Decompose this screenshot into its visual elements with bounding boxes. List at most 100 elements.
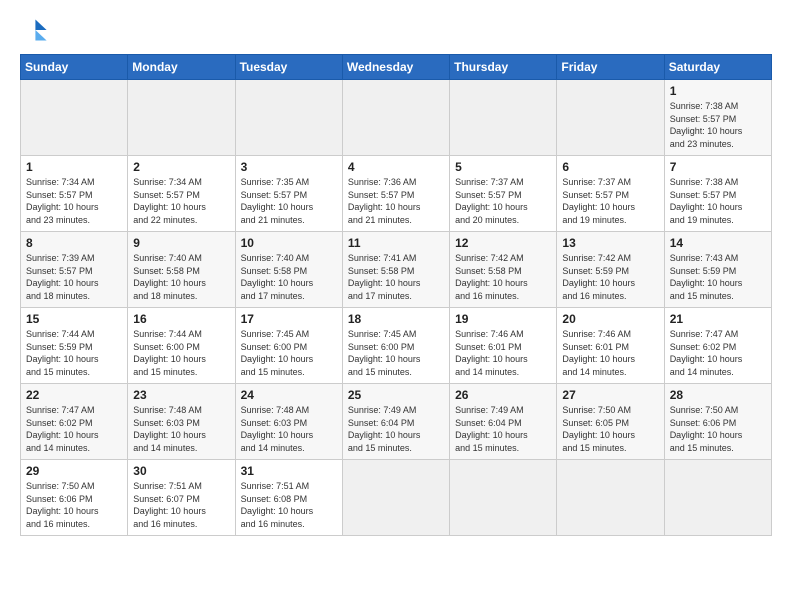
day-header-saturday: Saturday bbox=[664, 55, 771, 80]
day-info: Sunrise: 7:37 AMSunset: 5:57 PMDaylight:… bbox=[455, 177, 528, 225]
calendar-cell bbox=[450, 460, 557, 536]
day-info: Sunrise: 7:51 AMSunset: 6:08 PMDaylight:… bbox=[241, 481, 314, 529]
day-number: 20 bbox=[562, 312, 658, 326]
day-number: 11 bbox=[348, 236, 444, 250]
calendar-cell bbox=[342, 460, 449, 536]
day-header-sunday: Sunday bbox=[21, 55, 128, 80]
day-number: 8 bbox=[26, 236, 122, 250]
calendar-cell: 4 Sunrise: 7:36 AMSunset: 5:57 PMDaylight… bbox=[342, 156, 449, 232]
calendar-week-row: 1 Sunrise: 7:38 AMSunset: 5:57 PMDaylight… bbox=[21, 80, 772, 156]
day-number: 6 bbox=[562, 160, 658, 174]
day-info: Sunrise: 7:43 AMSunset: 5:59 PMDaylight:… bbox=[670, 253, 743, 301]
calendar-cell: 23Sunrise: 7:48 AMSunset: 6:03 PMDayligh… bbox=[128, 384, 235, 460]
calendar-week-row: 15Sunrise: 7:44 AMSunset: 5:59 PMDayligh… bbox=[21, 308, 772, 384]
calendar-cell: 27 Sunrise: 7:50 AMSunset: 6:05 PMDayligh… bbox=[557, 384, 664, 460]
day-number: 21 bbox=[670, 312, 766, 326]
day-number: 29 bbox=[26, 464, 122, 478]
calendar-cell bbox=[450, 80, 557, 156]
day-info: Sunrise: 7:47 AMSunset: 6:02 PMDaylight:… bbox=[26, 405, 99, 453]
day-number: 1 bbox=[670, 84, 766, 98]
calendar-cell bbox=[557, 460, 664, 536]
day-info: Sunrise: 7:46 AMSunset: 6:01 PMDaylight:… bbox=[562, 329, 635, 377]
day-info: Sunrise: 7:44 AMSunset: 6:00 PMDaylight:… bbox=[133, 329, 206, 377]
day-info: Sunrise: 7:49 AMSunset: 6:04 PMDaylight:… bbox=[455, 405, 528, 453]
calendar-cell: 24Sunrise: 7:48 AMSunset: 6:03 PMDayligh… bbox=[235, 384, 342, 460]
calendar-week-row: 8 Sunrise: 7:39 AMSunset: 5:57 PMDaylight… bbox=[21, 232, 772, 308]
day-header-thursday: Thursday bbox=[450, 55, 557, 80]
calendar-cell: 2 Sunrise: 7:34 AMSunset: 5:57 PMDaylight… bbox=[128, 156, 235, 232]
day-info: Sunrise: 7:38 AMSunset: 5:57 PMDaylight:… bbox=[670, 101, 743, 149]
day-info: Sunrise: 7:42 AMSunset: 5:58 PMDaylight:… bbox=[455, 253, 528, 301]
calendar-cell bbox=[21, 80, 128, 156]
day-info: Sunrise: 7:50 AMSunset: 6:05 PMDaylight:… bbox=[562, 405, 635, 453]
calendar-week-row: 1 Sunrise: 7:34 AMSunset: 5:57 PMDaylight… bbox=[21, 156, 772, 232]
day-info: Sunrise: 7:42 AMSunset: 5:59 PMDaylight:… bbox=[562, 253, 635, 301]
calendar-cell: 19Sunrise: 7:46 AMSunset: 6:01 PMDayligh… bbox=[450, 308, 557, 384]
day-number: 2 bbox=[133, 160, 229, 174]
calendar-cell: 6 Sunrise: 7:37 AMSunset: 5:57 PMDaylight… bbox=[557, 156, 664, 232]
day-info: Sunrise: 7:50 AMSunset: 6:06 PMDaylight:… bbox=[670, 405, 743, 453]
day-header-friday: Friday bbox=[557, 55, 664, 80]
day-number: 3 bbox=[241, 160, 337, 174]
calendar-header-row: SundayMondayTuesdayWednesdayThursdayFrid… bbox=[21, 55, 772, 80]
calendar-cell: 20 Sunrise: 7:46 AMSunset: 6:01 PMDayligh… bbox=[557, 308, 664, 384]
day-number: 1 bbox=[26, 160, 122, 174]
day-number: 9 bbox=[133, 236, 229, 250]
day-number: 4 bbox=[348, 160, 444, 174]
day-number: 18 bbox=[348, 312, 444, 326]
calendar-cell bbox=[128, 80, 235, 156]
logo-icon bbox=[20, 16, 48, 44]
day-info: Sunrise: 7:39 AMSunset: 5:57 PMDaylight:… bbox=[26, 253, 99, 301]
calendar-week-row: 29 Sunrise: 7:50 AMSunset: 6:06 PMDayligh… bbox=[21, 460, 772, 536]
day-number: 28 bbox=[670, 388, 766, 402]
day-info: Sunrise: 7:48 AMSunset: 6:03 PMDaylight:… bbox=[241, 405, 314, 453]
header bbox=[20, 16, 772, 44]
calendar-cell: 21 Sunrise: 7:47 AMSunset: 6:02 PMDayligh… bbox=[664, 308, 771, 384]
calendar-cell: 5 Sunrise: 7:37 AMSunset: 5:57 PMDaylight… bbox=[450, 156, 557, 232]
calendar-cell: 8 Sunrise: 7:39 AMSunset: 5:57 PMDaylight… bbox=[21, 232, 128, 308]
calendar-cell bbox=[664, 460, 771, 536]
day-number: 16 bbox=[133, 312, 229, 326]
calendar-cell: 29 Sunrise: 7:50 AMSunset: 6:06 PMDayligh… bbox=[21, 460, 128, 536]
calendar-cell: 9Sunrise: 7:40 AMSunset: 5:58 PMDaylight… bbox=[128, 232, 235, 308]
calendar-cell: 3 Sunrise: 7:35 AMSunset: 5:57 PMDaylight… bbox=[235, 156, 342, 232]
day-number: 5 bbox=[455, 160, 551, 174]
calendar-cell bbox=[342, 80, 449, 156]
day-info: Sunrise: 7:50 AMSunset: 6:06 PMDaylight:… bbox=[26, 481, 99, 529]
day-info: Sunrise: 7:36 AMSunset: 5:57 PMDaylight:… bbox=[348, 177, 421, 225]
calendar-cell: 10Sunrise: 7:40 AMSunset: 5:58 PMDayligh… bbox=[235, 232, 342, 308]
day-header-wednesday: Wednesday bbox=[342, 55, 449, 80]
calendar-cell: 1Sunrise: 7:34 AMSunset: 5:57 PMDaylight… bbox=[21, 156, 128, 232]
day-info: Sunrise: 7:51 AMSunset: 6:07 PMDaylight:… bbox=[133, 481, 206, 529]
day-info: Sunrise: 7:34 AMSunset: 5:57 PMDaylight:… bbox=[133, 177, 206, 225]
calendar-cell: 15Sunrise: 7:44 AMSunset: 5:59 PMDayligh… bbox=[21, 308, 128, 384]
calendar-cell: 25Sunrise: 7:49 AMSunset: 6:04 PMDayligh… bbox=[342, 384, 449, 460]
calendar-cell: 22Sunrise: 7:47 AMSunset: 6:02 PMDayligh… bbox=[21, 384, 128, 460]
calendar-cell: 31Sunrise: 7:51 AMSunset: 6:08 PMDayligh… bbox=[235, 460, 342, 536]
day-info: Sunrise: 7:40 AMSunset: 5:58 PMDaylight:… bbox=[241, 253, 314, 301]
calendar-cell: 26 Sunrise: 7:49 AMSunset: 6:04 PMDayligh… bbox=[450, 384, 557, 460]
day-info: Sunrise: 7:45 AMSunset: 6:00 PMDaylight:… bbox=[348, 329, 421, 377]
day-info: Sunrise: 7:37 AMSunset: 5:57 PMDaylight:… bbox=[562, 177, 635, 225]
day-number: 7 bbox=[670, 160, 766, 174]
day-info: Sunrise: 7:47 AMSunset: 6:02 PMDaylight:… bbox=[670, 329, 743, 377]
day-number: 12 bbox=[455, 236, 551, 250]
calendar-cell: 12 Sunrise: 7:42 AMSunset: 5:58 PMDayligh… bbox=[450, 232, 557, 308]
day-number: 19 bbox=[455, 312, 551, 326]
day-number: 13 bbox=[562, 236, 658, 250]
calendar-cell: 16 Sunrise: 7:44 AMSunset: 6:00 PMDayligh… bbox=[128, 308, 235, 384]
day-info: Sunrise: 7:35 AMSunset: 5:57 PMDaylight:… bbox=[241, 177, 314, 225]
day-number: 14 bbox=[670, 236, 766, 250]
calendar-cell: 1 Sunrise: 7:38 AMSunset: 5:57 PMDaylight… bbox=[664, 80, 771, 156]
day-number: 23 bbox=[133, 388, 229, 402]
calendar-cell bbox=[557, 80, 664, 156]
day-number: 27 bbox=[562, 388, 658, 402]
calendar-cell: 7Sunrise: 7:38 AMSunset: 5:57 PMDaylight… bbox=[664, 156, 771, 232]
day-number: 26 bbox=[455, 388, 551, 402]
day-number: 30 bbox=[133, 464, 229, 478]
day-info: Sunrise: 7:44 AMSunset: 5:59 PMDaylight:… bbox=[26, 329, 99, 377]
calendar-week-row: 22Sunrise: 7:47 AMSunset: 6:02 PMDayligh… bbox=[21, 384, 772, 460]
day-info: Sunrise: 7:45 AMSunset: 6:00 PMDaylight:… bbox=[241, 329, 314, 377]
calendar-cell: 30 Sunrise: 7:51 AMSunset: 6:07 PMDayligh… bbox=[128, 460, 235, 536]
calendar-cell: 28 Sunrise: 7:50 AMSunset: 6:06 PMDayligh… bbox=[664, 384, 771, 460]
